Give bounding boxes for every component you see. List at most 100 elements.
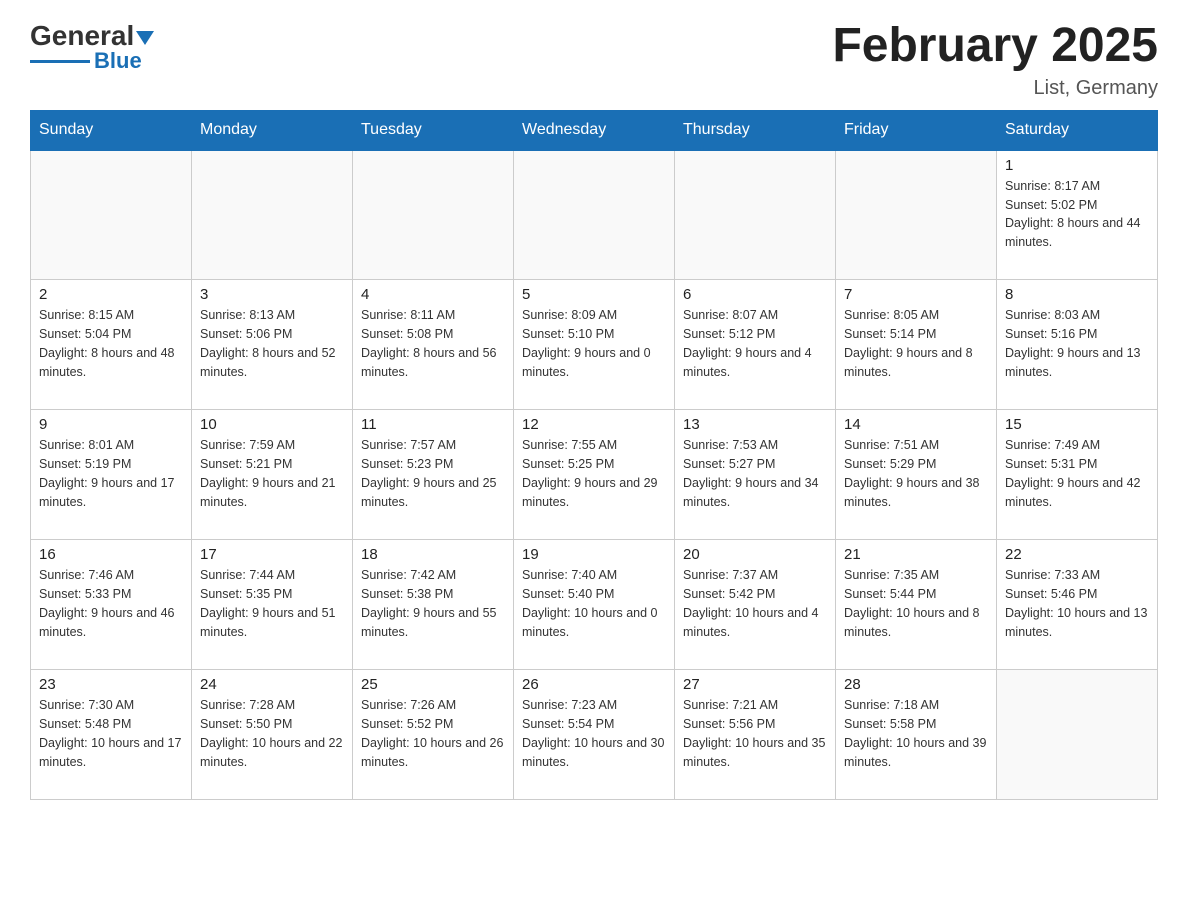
- calendar-week-2: 2Sunrise: 8:15 AM Sunset: 5:04 PM Daylig…: [31, 280, 1158, 410]
- day-info: Sunrise: 8:17 AM Sunset: 5:02 PM Dayligh…: [1005, 177, 1149, 252]
- day-number: 15: [1005, 416, 1149, 433]
- day-info: Sunrise: 7:59 AM Sunset: 5:21 PM Dayligh…: [200, 436, 344, 511]
- day-info: Sunrise: 7:23 AM Sunset: 5:54 PM Dayligh…: [522, 696, 666, 771]
- calendar-cell: 5 Sunrise: 8:09 AM Sunset: 5:10 PM Daylig…: [514, 280, 675, 410]
- month-title: February 2025: [832, 20, 1158, 73]
- day-number: 4: [361, 286, 505, 303]
- day-number: 1: [1005, 157, 1149, 174]
- day-info: Sunrise: 7:37 AM Sunset: 5:42 PM Dayligh…: [683, 566, 827, 641]
- day-number: 16: [39, 546, 183, 563]
- day-info: Sunrise: 8:03 AM Sunset: 5:16 PM Dayligh…: [1005, 306, 1149, 381]
- day-info: Sunrise: 7:46 AM Sunset: 5:33 PM Dayligh…: [39, 566, 183, 641]
- day-number: 13: [683, 416, 827, 433]
- calendar-cell: 24 Sunrise: 7:28 AM Sunset: 5:50 PM Dayli…: [192, 670, 353, 800]
- day-number: 17: [200, 546, 344, 563]
- day-number: 5: [522, 286, 666, 303]
- calendar-week-4: 16 Sunrise: 7:46 AM Sunset: 5:33 PM Dayli…: [31, 540, 1158, 670]
- day-info: Sunrise: 8:11 AM Sunset: 5:08 PM Dayligh…: [361, 306, 505, 381]
- day-number: 7: [844, 286, 988, 303]
- calendar-cell: 26 Sunrise: 7:23 AM Sunset: 5:54 PM Dayli…: [514, 670, 675, 800]
- day-info: Sunrise: 7:18 AM Sunset: 5:58 PM Dayligh…: [844, 696, 988, 771]
- calendar-cell: 1 Sunrise: 8:17 AM Sunset: 5:02 PM Daylig…: [997, 150, 1158, 280]
- calendar-cell: 10 Sunrise: 7:59 AM Sunset: 5:21 PM Dayli…: [192, 410, 353, 540]
- day-info: Sunrise: 7:53 AM Sunset: 5:27 PM Dayligh…: [683, 436, 827, 511]
- day-info: Sunrise: 7:30 AM Sunset: 5:48 PM Dayligh…: [39, 696, 183, 771]
- day-number: 8: [1005, 286, 1149, 303]
- day-info: Sunrise: 8:07 AM Sunset: 5:12 PM Dayligh…: [683, 306, 827, 381]
- calendar-cell: [31, 150, 192, 280]
- calendar-cell: 3 Sunrise: 8:13 AM Sunset: 5:06 PM Daylig…: [192, 280, 353, 410]
- calendar-header-wednesday: Wednesday: [514, 110, 675, 150]
- calendar-cell: 14 Sunrise: 7:51 AM Sunset: 5:29 PM Dayli…: [836, 410, 997, 540]
- calendar-cell: 13 Sunrise: 7:53 AM Sunset: 5:27 PM Dayli…: [675, 410, 836, 540]
- day-info: Sunrise: 7:35 AM Sunset: 5:44 PM Dayligh…: [844, 566, 988, 641]
- calendar-header-tuesday: Tuesday: [353, 110, 514, 150]
- title-section: February 2025 List, Germany: [832, 20, 1158, 100]
- calendar-header-thursday: Thursday: [675, 110, 836, 150]
- day-info: Sunrise: 8:05 AM Sunset: 5:14 PM Dayligh…: [844, 306, 988, 381]
- calendar-header-saturday: Saturday: [997, 110, 1158, 150]
- calendar-cell: 27 Sunrise: 7:21 AM Sunset: 5:56 PM Dayli…: [675, 670, 836, 800]
- calendar-week-3: 9Sunrise: 8:01 AM Sunset: 5:19 PM Daylig…: [31, 410, 1158, 540]
- calendar-week-5: 23 Sunrise: 7:30 AM Sunset: 5:48 PM Dayli…: [31, 670, 1158, 800]
- day-info: Sunrise: 7:49 AM Sunset: 5:31 PM Dayligh…: [1005, 436, 1149, 511]
- day-number: 6: [683, 286, 827, 303]
- day-number: 12: [522, 416, 666, 433]
- day-number: 26: [522, 676, 666, 693]
- calendar-cell: 25 Sunrise: 7:26 AM Sunset: 5:52 PM Dayli…: [353, 670, 514, 800]
- day-number: 19: [522, 546, 666, 563]
- day-info: Sunrise: 7:51 AM Sunset: 5:29 PM Dayligh…: [844, 436, 988, 511]
- logo: General Blue: [30, 20, 156, 74]
- calendar-cell: 8 Sunrise: 8:03 AM Sunset: 5:16 PM Daylig…: [997, 280, 1158, 410]
- day-number: 2: [39, 286, 183, 303]
- calendar-header-sunday: Sunday: [31, 110, 192, 150]
- day-info: Sunrise: 7:42 AM Sunset: 5:38 PM Dayligh…: [361, 566, 505, 641]
- calendar-table: SundayMondayTuesdayWednesdayThursdayFrid…: [30, 110, 1158, 801]
- day-info: Sunrise: 7:28 AM Sunset: 5:50 PM Dayligh…: [200, 696, 344, 771]
- calendar-cell: 2Sunrise: 8:15 AM Sunset: 5:04 PM Daylig…: [31, 280, 192, 410]
- day-number: 28: [844, 676, 988, 693]
- day-number: 24: [200, 676, 344, 693]
- calendar-cell: [997, 670, 1158, 800]
- logo-blue-text: Blue: [94, 48, 142, 74]
- day-number: 25: [361, 676, 505, 693]
- calendar-cell: [514, 150, 675, 280]
- day-info: Sunrise: 7:33 AM Sunset: 5:46 PM Dayligh…: [1005, 566, 1149, 641]
- calendar-cell: 20 Sunrise: 7:37 AM Sunset: 5:42 PM Dayli…: [675, 540, 836, 670]
- day-info: Sunrise: 8:01 AM Sunset: 5:19 PM Dayligh…: [39, 436, 183, 511]
- day-info: Sunrise: 7:26 AM Sunset: 5:52 PM Dayligh…: [361, 696, 505, 771]
- day-info: Sunrise: 8:09 AM Sunset: 5:10 PM Dayligh…: [522, 306, 666, 381]
- day-number: 20: [683, 546, 827, 563]
- calendar-cell: 28 Sunrise: 7:18 AM Sunset: 5:58 PM Dayli…: [836, 670, 997, 800]
- day-info: Sunrise: 7:44 AM Sunset: 5:35 PM Dayligh…: [200, 566, 344, 641]
- calendar-cell: 21 Sunrise: 7:35 AM Sunset: 5:44 PM Dayli…: [836, 540, 997, 670]
- calendar-cell: 19 Sunrise: 7:40 AM Sunset: 5:40 PM Dayli…: [514, 540, 675, 670]
- day-number: 11: [361, 416, 505, 433]
- calendar-cell: 4 Sunrise: 8:11 AM Sunset: 5:08 PM Daylig…: [353, 280, 514, 410]
- day-number: 3: [200, 286, 344, 303]
- day-info: Sunrise: 8:13 AM Sunset: 5:06 PM Dayligh…: [200, 306, 344, 381]
- calendar-header-monday: Monday: [192, 110, 353, 150]
- calendar-cell: 12 Sunrise: 7:55 AM Sunset: 5:25 PM Dayli…: [514, 410, 675, 540]
- calendar-cell: 23 Sunrise: 7:30 AM Sunset: 5:48 PM Dayli…: [31, 670, 192, 800]
- calendar-cell: 17 Sunrise: 7:44 AM Sunset: 5:35 PM Dayli…: [192, 540, 353, 670]
- calendar-cell: 15 Sunrise: 7:49 AM Sunset: 5:31 PM Dayli…: [997, 410, 1158, 540]
- calendar-header-friday: Friday: [836, 110, 997, 150]
- day-info: Sunrise: 7:55 AM Sunset: 5:25 PM Dayligh…: [522, 436, 666, 511]
- day-number: 14: [844, 416, 988, 433]
- day-info: Sunrise: 7:57 AM Sunset: 5:23 PM Dayligh…: [361, 436, 505, 511]
- calendar-cell: [192, 150, 353, 280]
- calendar-cell: [675, 150, 836, 280]
- day-number: 23: [39, 676, 183, 693]
- calendar-cell: 18Sunrise: 7:42 AM Sunset: 5:38 PM Dayli…: [353, 540, 514, 670]
- page-header: General Blue February 2025 List, Germany: [30, 20, 1158, 100]
- day-number: 10: [200, 416, 344, 433]
- calendar-cell: 11 Sunrise: 7:57 AM Sunset: 5:23 PM Dayli…: [353, 410, 514, 540]
- calendar-cell: 22 Sunrise: 7:33 AM Sunset: 5:46 PM Dayli…: [997, 540, 1158, 670]
- day-number: 21: [844, 546, 988, 563]
- location: List, Germany: [832, 77, 1158, 100]
- day-info: Sunrise: 7:40 AM Sunset: 5:40 PM Dayligh…: [522, 566, 666, 641]
- day-number: 27: [683, 676, 827, 693]
- day-number: 22: [1005, 546, 1149, 563]
- day-info: Sunrise: 7:21 AM Sunset: 5:56 PM Dayligh…: [683, 696, 827, 771]
